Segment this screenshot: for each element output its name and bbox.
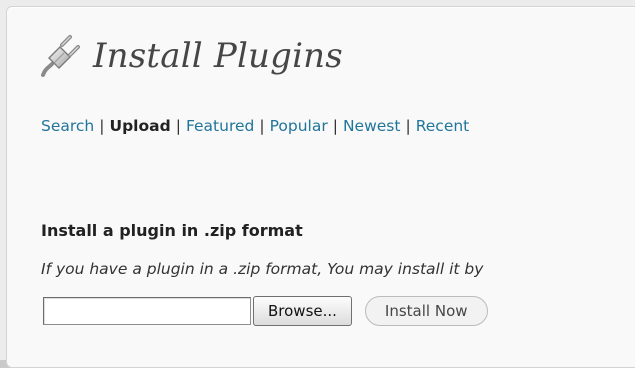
tab-recent[interactable]: Recent (416, 117, 470, 135)
tab-separator: | (175, 117, 181, 135)
tab-separator: | (405, 117, 411, 135)
screen: Install Plugins Search | Upload | Featured | P… (0, 0, 635, 368)
content-panel: Install Plugins Search | Upload | Featured | P… (6, 6, 635, 368)
tab-search[interactable]: Search (41, 117, 94, 135)
tab-newest[interactable]: Newest (343, 117, 401, 135)
plugin-tabs: Search | Upload | Featured | Popular | Newest | Re… (41, 117, 469, 135)
plugin-icon (37, 33, 83, 79)
tab-separator: | (99, 117, 105, 135)
tab-featured[interactable]: Featured (186, 117, 254, 135)
upload-form: Browse... Install Now (43, 296, 488, 326)
tab-separator: | (259, 117, 265, 135)
browse-button[interactable]: Browse... (253, 296, 352, 326)
file-path-input[interactable] (43, 297, 251, 325)
page-header: Install Plugins (37, 33, 343, 79)
install-now-button[interactable]: Install Now (364, 296, 488, 326)
tab-upload[interactable]: Upload (110, 117, 171, 135)
upload-section-heading: Install a plugin in .zip format (41, 221, 303, 240)
tab-popular[interactable]: Popular (270, 117, 328, 135)
tab-separator: | (332, 117, 338, 135)
upload-section-description: If you have a plugin in a .zip format, Y… (41, 260, 484, 278)
page-title: Install Plugins (93, 36, 343, 76)
